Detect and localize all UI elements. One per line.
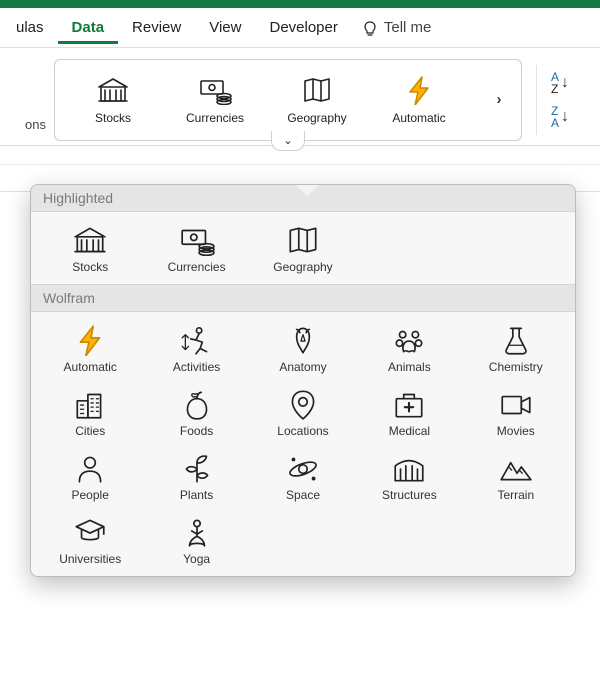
panel-item-structures[interactable]: Structures xyxy=(356,448,462,506)
tell-me-label: Tell me xyxy=(384,19,432,36)
panel-wolfram-grid: Automatic Activities Anatomy Animals Che… xyxy=(31,312,575,576)
ribbon-tabs: ulas Data Review View Developer Tell me xyxy=(0,8,600,48)
panel-item-label: Plants xyxy=(180,488,213,502)
panel-section-highlighted: Highlighted xyxy=(31,185,575,212)
tab-formulas-partial[interactable]: ulas xyxy=(2,11,58,44)
data-type-label: Stocks xyxy=(95,111,131,125)
panel-item-geography[interactable]: Geography xyxy=(250,220,356,278)
map-icon xyxy=(300,75,334,105)
ribbon-left-fragment: ons xyxy=(0,67,54,132)
currency-icon xyxy=(198,75,232,105)
panel-item-foods[interactable]: Foods xyxy=(143,384,249,442)
arrow-down-icon: ↓ xyxy=(561,77,569,89)
data-types-panel: Highlighted Stocks Currencies Geography … xyxy=(30,184,576,577)
apple-icon xyxy=(179,388,215,420)
panel-item-label: Anatomy xyxy=(279,360,326,374)
heart-organ-icon xyxy=(285,324,321,356)
panel-item-label: Stocks xyxy=(72,260,108,274)
sort-ascending-button[interactable]: AZ ↓ xyxy=(551,71,569,95)
data-type-label: Automatic xyxy=(392,111,445,125)
gallery-scroll-right[interactable]: › xyxy=(491,92,507,108)
data-types-gallery: Stocks Currencies Geography Automatic › … xyxy=(54,59,522,141)
panel-item-label: Structures xyxy=(382,488,437,502)
window-titlebar xyxy=(0,0,600,8)
ribbon-toolbar: ons Stocks Currencies Geography Automati… xyxy=(0,48,600,146)
pin-icon xyxy=(285,388,321,420)
flask-icon xyxy=(498,324,534,356)
graduation-cap-icon xyxy=(72,516,108,548)
panel-section-wolfram: Wolfram xyxy=(31,284,575,312)
panel-item-label: Terrain xyxy=(497,488,534,502)
tab-data[interactable]: Data xyxy=(58,11,119,44)
panel-item-people[interactable]: People xyxy=(37,448,143,506)
panel-item-plants[interactable]: Plants xyxy=(143,448,249,506)
arrow-down-icon: ↓ xyxy=(561,111,569,123)
panel-item-label: Currencies xyxy=(168,260,226,274)
panel-highlighted-grid: Stocks Currencies Geography xyxy=(31,212,575,284)
lightbulb-icon xyxy=(362,20,378,36)
data-type-automatic[interactable]: Automatic xyxy=(383,75,455,125)
panel-item-anatomy[interactable]: Anatomy xyxy=(250,320,356,378)
panel-item-label: Geography xyxy=(273,260,332,274)
panel-item-chemistry[interactable]: Chemistry xyxy=(463,320,569,378)
running-icon xyxy=(179,324,215,356)
panel-item-label: People xyxy=(72,488,109,502)
panel-item-terrain[interactable]: Terrain xyxy=(463,448,569,506)
sort-group: AZ ↓ ZA ↓ xyxy=(551,71,569,129)
panel-item-label: Animals xyxy=(388,360,431,374)
planet-icon xyxy=(285,452,321,484)
medkit-icon xyxy=(391,388,427,420)
lightning-icon xyxy=(402,75,436,105)
panel-item-label: Universities xyxy=(59,552,121,566)
tab-review[interactable]: Review xyxy=(118,11,195,44)
currency-icon xyxy=(179,224,215,256)
data-type-label: Geography xyxy=(287,111,346,125)
panel-item-medical[interactable]: Medical xyxy=(356,384,462,442)
mountains-icon xyxy=(498,452,534,484)
panel-item-cities[interactable]: Cities xyxy=(37,384,143,442)
data-type-stocks[interactable]: Stocks xyxy=(77,75,149,125)
panel-item-label: Space xyxy=(286,488,320,502)
panel-item-automatic[interactable]: Automatic xyxy=(37,320,143,378)
panel-item-label: Yoga xyxy=(183,552,210,566)
data-type-currencies[interactable]: Currencies xyxy=(179,75,251,125)
panel-item-label: Locations xyxy=(277,424,328,438)
map-icon xyxy=(285,224,321,256)
person-icon xyxy=(72,452,108,484)
gallery-expand-button[interactable]: ⌄ xyxy=(271,131,305,151)
panel-item-label: Cities xyxy=(75,424,105,438)
panel-item-movies[interactable]: Movies xyxy=(463,384,569,442)
bridge-icon xyxy=(391,452,427,484)
panel-item-label: Automatic xyxy=(64,360,117,374)
panel-item-label: Chemistry xyxy=(489,360,543,374)
leaf-icon xyxy=(179,452,215,484)
data-type-label: Currencies xyxy=(186,111,244,125)
panel-item-yoga[interactable]: Yoga xyxy=(143,512,249,570)
tab-developer[interactable]: Developer xyxy=(255,11,351,44)
panel-item-label: Foods xyxy=(180,424,213,438)
panel-item-space[interactable]: Space xyxy=(250,448,356,506)
panel-item-animals[interactable]: Animals xyxy=(356,320,462,378)
panel-item-label: Movies xyxy=(497,424,535,438)
video-camera-icon xyxy=(498,388,534,420)
bank-icon xyxy=(96,75,130,105)
tell-me-search[interactable]: Tell me xyxy=(362,19,432,36)
bank-icon xyxy=(72,224,108,256)
meditation-icon xyxy=(179,516,215,548)
paw-icon xyxy=(391,324,427,356)
panel-item-locations[interactable]: Locations xyxy=(250,384,356,442)
panel-item-activities[interactable]: Activities xyxy=(143,320,249,378)
buildings-icon xyxy=(72,388,108,420)
lightning-icon xyxy=(72,324,108,356)
panel-item-universities[interactable]: Universities xyxy=(37,512,143,570)
panel-item-label: Activities xyxy=(173,360,220,374)
tab-view[interactable]: View xyxy=(195,11,255,44)
panel-item-stocks[interactable]: Stocks xyxy=(37,220,143,278)
ribbon-separator xyxy=(536,65,537,135)
panel-item-label: Medical xyxy=(389,424,430,438)
sort-descending-button[interactable]: ZA ↓ xyxy=(551,105,569,129)
data-type-geography[interactable]: Geography xyxy=(281,75,353,125)
panel-item-currencies[interactable]: Currencies xyxy=(143,220,249,278)
